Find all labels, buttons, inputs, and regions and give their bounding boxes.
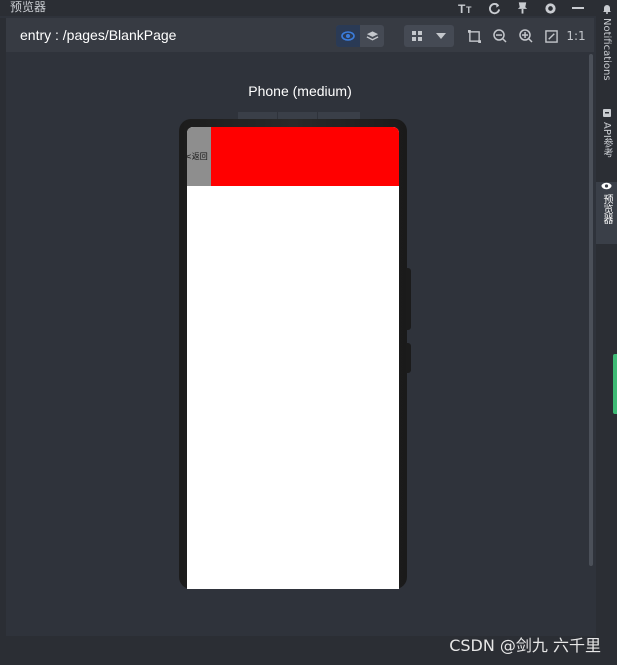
device-label: Phone (medium) — [248, 83, 352, 99]
api-doc-icon — [602, 109, 611, 117]
watermark-text: CSDN @剑九 六千里 — [449, 636, 601, 655]
notifications-tab-label: Notifications — [601, 18, 612, 81]
panel-title: 预览器 — [10, 0, 47, 14]
phone-volume-button — [406, 268, 411, 330]
full-screen-icon[interactable] — [541, 26, 561, 46]
page-route: entry : /pages/BlankPage — [20, 27, 177, 43]
fit-screen-icon[interactable] — [464, 26, 484, 46]
previewer-tab[interactable]: 预览器 — [596, 182, 617, 244]
pin-icon[interactable] — [514, 0, 530, 16]
scrollbar-thumb[interactable] — [589, 54, 593, 566]
titlebar-actions: TT — [458, 0, 586, 16]
eye-inspector-icon[interactable] — [336, 25, 360, 47]
previewer-toolbar: entry : /pages/BlankPage 1:1 — [6, 18, 594, 52]
right-tool-bar: Notifications API参考 预览器 — [596, 0, 617, 665]
settings-gear-icon[interactable] — [542, 0, 558, 16]
chevron-down-icon — [430, 25, 452, 47]
minimize-icon[interactable] — [570, 0, 586, 16]
api-reference-tab-label: API参考 — [601, 122, 612, 158]
vertical-scrollbar[interactable] — [588, 54, 594, 636]
layers-icon[interactable] — [360, 25, 384, 47]
eye-icon — [601, 182, 612, 190]
bell-icon — [602, 5, 611, 14]
svg-text:T: T — [466, 5, 472, 14]
zoom-in-icon[interactable] — [516, 26, 536, 46]
refresh-icon[interactable] — [486, 0, 502, 16]
panel-titlebar: 预览器 TT — [0, 0, 596, 16]
side-green-tab[interactable] — [613, 354, 617, 414]
header-block — [211, 127, 399, 186]
phone-screen: <返回 — [187, 127, 399, 589]
device-layout-select[interactable] — [404, 25, 454, 47]
font-size-icon[interactable]: TT — [458, 0, 474, 16]
view-mode-toggle — [336, 25, 384, 47]
back-button[interactable]: <返回 — [187, 127, 211, 186]
phone-power-button — [406, 343, 411, 373]
previewer-tab-label: 预览器 — [601, 194, 612, 224]
zoom-out-icon[interactable] — [490, 26, 510, 46]
zoom-reset-button[interactable]: 1:1 — [564, 26, 588, 46]
grid-layout-icon — [404, 25, 430, 47]
svg-text:T: T — [458, 2, 466, 14]
api-reference-tab[interactable]: API参考 — [596, 108, 617, 172]
notifications-tab[interactable]: Notifications — [596, 4, 617, 98]
